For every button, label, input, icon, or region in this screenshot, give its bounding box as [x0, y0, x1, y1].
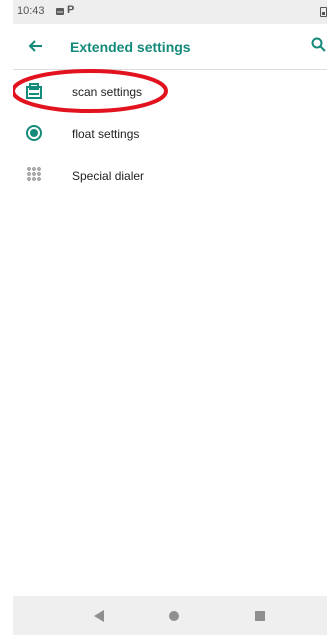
radio-target-icon — [25, 124, 43, 142]
settings-item-special-dialer[interactable]: Special dialer — [13, 154, 327, 196]
settings-item-float-settings[interactable]: float settings — [13, 112, 327, 154]
settings-list: scan settings float settings Special dia… — [13, 69, 327, 196]
android-screen: 10:43 P Extended settings scan settings … — [13, 0, 327, 635]
search-icon[interactable] — [308, 34, 327, 56]
scanner-icon — [25, 82, 43, 100]
settings-item-scan-settings[interactable]: scan settings — [13, 69, 327, 113]
app-bar: Extended settings — [13, 24, 327, 70]
recents-square-icon[interactable] — [255, 611, 265, 621]
back-arrow-icon[interactable] — [25, 35, 47, 57]
parking-notification-icon: P — [67, 4, 75, 16]
settings-item-label: Special dialer — [72, 169, 145, 183]
home-circle-icon[interactable] — [169, 611, 179, 621]
page-title: Extended settings — [70, 39, 191, 55]
status-bar: 10:43 P — [13, 0, 327, 24]
settings-item-label: float settings — [72, 127, 140, 141]
dialpad-icon — [25, 166, 43, 184]
settings-item-label: scan settings — [72, 85, 143, 99]
battery-icon — [320, 7, 327, 17]
status-time: 10:43 — [17, 5, 45, 17]
image-notification-icon — [56, 8, 64, 15]
back-triangle-icon[interactable] — [94, 610, 105, 622]
navigation-bar — [13, 596, 327, 635]
